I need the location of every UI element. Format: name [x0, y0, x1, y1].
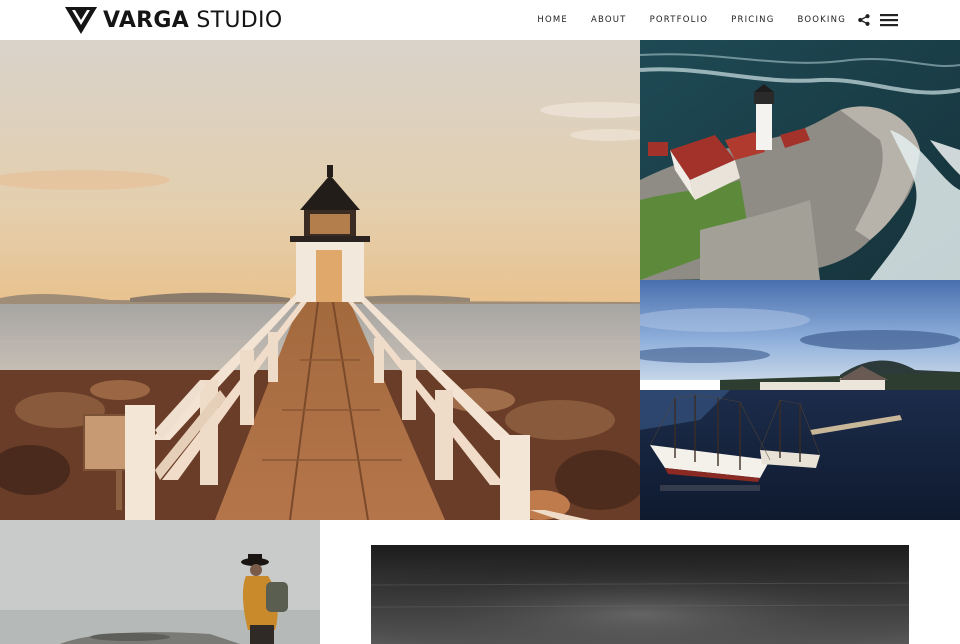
- nav-portfolio[interactable]: PORTFOLIO: [650, 15, 709, 25]
- nav-booking[interactable]: BOOKING: [798, 15, 847, 25]
- brand-name: VARGA STUDIO: [103, 8, 282, 33]
- gallery-photo-aerial-lighthouse[interactable]: [640, 40, 960, 280]
- brand-name-light: STUDIO: [196, 7, 283, 33]
- hamburger-menu-icon[interactable]: [880, 13, 898, 27]
- main-nav: HOME ABOUT PORTFOLIO PRICING BOOKING: [537, 0, 898, 40]
- share-icon[interactable]: [858, 14, 870, 26]
- nav-home[interactable]: HOME: [537, 15, 568, 25]
- gallery-photo-traveler[interactable]: [0, 520, 320, 644]
- gallery-photo-lighthouse-boardwalk[interactable]: [0, 40, 640, 520]
- nav-pricing[interactable]: PRICING: [731, 15, 774, 25]
- gallery-photo-tall-ships-harbor[interactable]: [640, 280, 960, 520]
- nav-about[interactable]: ABOUT: [591, 15, 627, 25]
- logo-mark-icon: [65, 6, 97, 34]
- brand-logo[interactable]: VARGA STUDIO: [65, 6, 282, 34]
- site-header: VARGA STUDIO HOME ABOUT PORTFOLIO PRICIN…: [0, 0, 960, 40]
- gallery-photo-monochrome-seascape[interactable]: [371, 545, 909, 644]
- brand-name-bold: VARGA: [103, 7, 190, 33]
